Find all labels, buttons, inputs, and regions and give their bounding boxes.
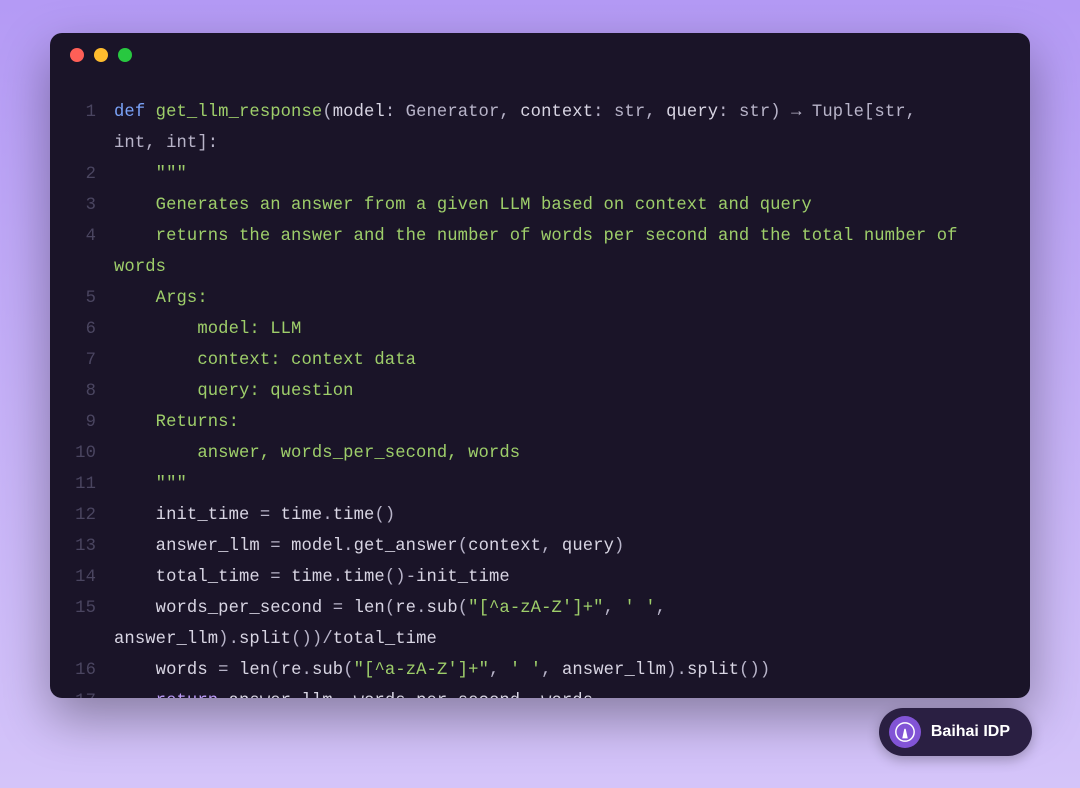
line-number: 7	[74, 345, 114, 376]
code-line: 6 model: LLM	[74, 314, 1006, 345]
window-title-bar	[50, 33, 1030, 77]
code-content: total_time = time.time()-init_time	[114, 562, 1006, 593]
code-content: query: question	[114, 376, 1006, 407]
lighthouse-icon	[889, 716, 921, 748]
line-number: 5	[74, 283, 114, 314]
code-line: 13 answer_llm = model.get_answer(context…	[74, 531, 1006, 562]
brand-label: Baihai IDP	[931, 723, 1010, 741]
minimize-icon[interactable]	[94, 48, 108, 62]
brand-badge: Baihai IDP	[879, 708, 1032, 756]
code-line: 15 words_per_second = len(re.sub("[^a-zA…	[74, 593, 1006, 624]
code-line: 12 init_time = time.time()	[74, 500, 1006, 531]
line-number: 12	[74, 500, 114, 531]
code-line: 11 """	[74, 469, 1006, 500]
code-line-wrap: answer_llm).split())/total_time	[74, 624, 1006, 655]
line-number: 17	[74, 686, 114, 698]
code-line-wrap: int, int]:	[74, 128, 1006, 159]
line-number: 10	[74, 438, 114, 469]
code-line: 16 words = len(re.sub("[^a-zA-Z']+", ' '…	[74, 655, 1006, 686]
code-line: 9 Returns:	[74, 407, 1006, 438]
line-number: 8	[74, 376, 114, 407]
close-icon[interactable]	[70, 48, 84, 62]
code-content: answer_llm).split())/total_time	[114, 624, 1006, 655]
line-number: 13	[74, 531, 114, 562]
code-content: returns the answer and the number of wor…	[114, 221, 1006, 252]
code-content: words_per_second = len(re.sub("[^a-zA-Z'…	[114, 593, 1006, 624]
line-number: 15	[74, 593, 114, 624]
code-line: 17 return answer_llm, words_per_second, …	[74, 686, 1006, 698]
code-content: model: LLM	[114, 314, 1006, 345]
code-content: """	[114, 159, 1006, 190]
code-line: 7 context: context data	[74, 345, 1006, 376]
code-window: 1def get_llm_response(model: Generator, …	[50, 33, 1030, 698]
code-line-wrap: words	[74, 252, 1006, 283]
code-content: """	[114, 469, 1006, 500]
code-line: 8 query: question	[74, 376, 1006, 407]
code-content: answer_llm = model.get_answer(context, q…	[114, 531, 1006, 562]
code-content: Returns:	[114, 407, 1006, 438]
code-content: context: context data	[114, 345, 1006, 376]
code-line: 3 Generates an answer from a given LLM b…	[74, 190, 1006, 221]
code-content: init_time = time.time()	[114, 500, 1006, 531]
code-content: int, int]:	[114, 128, 1006, 159]
line-number: 9	[74, 407, 114, 438]
code-content: Args:	[114, 283, 1006, 314]
code-content: answer, words_per_second, words	[114, 438, 1006, 469]
code-content: return answer_llm, words_per_second, wor…	[114, 686, 1006, 698]
code-content: def get_llm_response(model: Generator, c…	[114, 97, 1006, 128]
code-content: words = len(re.sub("[^a-zA-Z']+", ' ', a…	[114, 655, 1006, 686]
code-editor: 1def get_llm_response(model: Generator, …	[50, 77, 1030, 698]
code-content: Generates an answer from a given LLM bas…	[114, 190, 1006, 221]
line-number: 1	[74, 97, 114, 128]
line-number: 2	[74, 159, 114, 190]
code-line: 2 """	[74, 159, 1006, 190]
code-line: 10 answer, words_per_second, words	[74, 438, 1006, 469]
maximize-icon[interactable]	[118, 48, 132, 62]
line-number: 16	[74, 655, 114, 686]
line-number: 6	[74, 314, 114, 345]
code-line: 4 returns the answer and the number of w…	[74, 221, 1006, 252]
code-content: words	[114, 252, 1006, 283]
line-number: 4	[74, 221, 114, 252]
code-line: 14 total_time = time.time()-init_time	[74, 562, 1006, 593]
line-number: 11	[74, 469, 114, 500]
line-number: 3	[74, 190, 114, 221]
line-number: 14	[74, 562, 114, 593]
code-line: 5 Args:	[74, 283, 1006, 314]
code-line: 1def get_llm_response(model: Generator, …	[74, 97, 1006, 128]
